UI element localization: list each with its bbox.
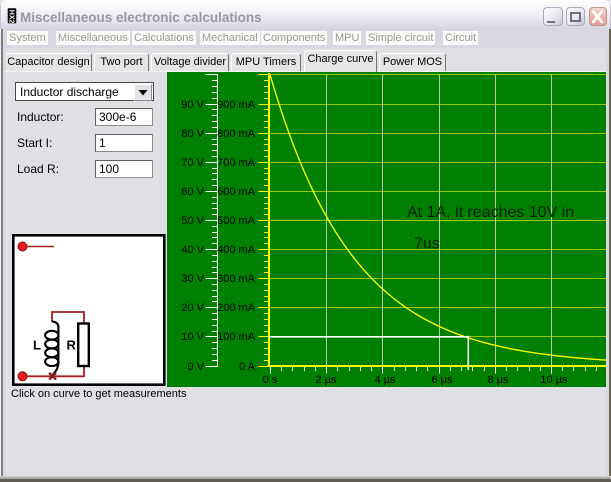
- svg-text:10 V: 10 V: [181, 331, 204, 343]
- svg-text:200 mA: 200 mA: [217, 302, 256, 314]
- svg-text:300 mA: 300 mA: [217, 273, 256, 285]
- svg-text:500 mA: 500 mA: [217, 215, 256, 227]
- svg-text:400 mA: 400 mA: [217, 244, 256, 256]
- svg-text:100 mA: 100 mA: [217, 331, 256, 343]
- svg-text:0 V: 0 V: [187, 361, 204, 373]
- svg-text:50 V: 50 V: [181, 215, 204, 227]
- svg-text:At 1A, it reaches 10V in: At 1A, it reaches 10V in: [407, 204, 574, 221]
- svg-text:800 mA: 800 mA: [217, 128, 256, 140]
- svg-text:0 A: 0 A: [239, 361, 256, 373]
- svg-text:8 µs: 8 µs: [487, 374, 509, 386]
- svg-text:0 s: 0 s: [263, 374, 278, 386]
- svg-text:70 V: 70 V: [181, 157, 204, 169]
- svg-text:700 mA: 700 mA: [217, 157, 256, 169]
- svg-text:4 µs: 4 µs: [374, 374, 396, 386]
- svg-text:30 V: 30 V: [181, 273, 204, 285]
- svg-text:2 µs: 2 µs: [315, 374, 337, 386]
- svg-text:R: R: [67, 338, 77, 353]
- svg-text:10 µs: 10 µs: [540, 374, 568, 386]
- svg-text:90 V: 90 V: [181, 99, 204, 111]
- svg-text:7us: 7us: [414, 236, 440, 253]
- svg-text:L: L: [33, 338, 41, 353]
- svg-text:80 V: 80 V: [181, 128, 204, 140]
- svg-text:600 mA: 600 mA: [217, 186, 256, 198]
- svg-text:6 µs: 6 µs: [431, 374, 453, 386]
- svg-text:20 V: 20 V: [181, 302, 204, 314]
- svg-text:900 mA: 900 mA: [217, 99, 256, 111]
- svg-text:40 V: 40 V: [181, 244, 204, 256]
- svg-text:HX2: HX2: [8, 10, 15, 24]
- svg-text:60 V: 60 V: [181, 186, 204, 198]
